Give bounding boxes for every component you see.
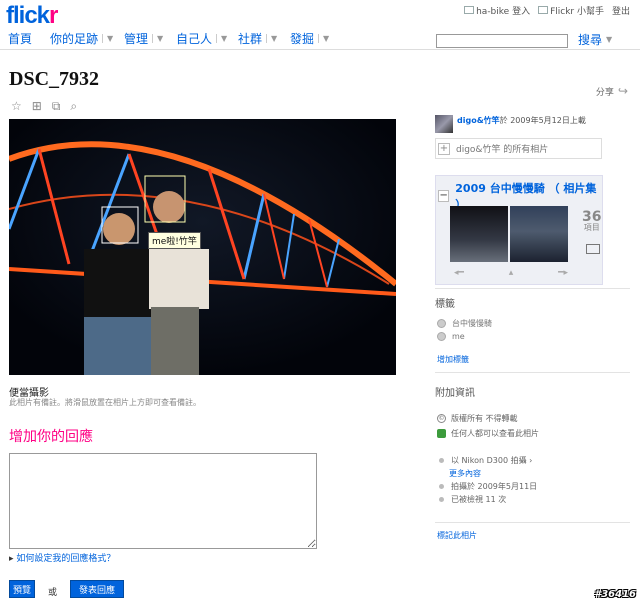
nav-contacts[interactable]: 自己人 ▼ <box>176 30 227 47</box>
divider <box>435 288 630 289</box>
owner-info: digo&竹竿於 2009年5月12日上載 <box>435 115 586 133</box>
views-row: 已被檢視 11 次 <box>437 494 506 505</box>
favorite-star-icon[interactable]: ☆ <box>11 99 22 114</box>
nav-you[interactable]: 你的足跡 ▼ <box>50 30 113 47</box>
nav-explore[interactable]: 發掘 ▼ <box>290 30 329 47</box>
set-thumbnail-prev[interactable] <box>450 206 508 262</box>
globe-icon <box>437 319 446 328</box>
help-icon <box>538 6 549 14</box>
camera-row[interactable]: 以 Nikon D300 拍攝 › <box>437 455 532 466</box>
photo-image <box>9 119 396 375</box>
plus-icon[interactable]: + <box>438 142 450 155</box>
share-arrow-icon: ↪ <box>617 84 628 98</box>
nav-home[interactable]: 首頁 <box>8 30 32 47</box>
comment-format-link[interactable]: ▸ 如何設定我的回應格式？ <box>9 551 115 564</box>
main-photo[interactable]: me啦!竹竿 <box>9 119 396 375</box>
zoom-icon[interactable]: ⌕ <box>70 99 77 114</box>
collapse-icon[interactable]: − <box>438 190 450 202</box>
globe-icon <box>437 332 446 341</box>
logout-link[interactable]: 登出 <box>612 4 630 17</box>
avatar[interactable] <box>435 115 453 133</box>
set-box: − 2009 台中慢慢騎 （ 相片集 ） 36 項目 ◂━ ▴ ━▸ <box>435 175 603 285</box>
prev-arrow-icon[interactable]: ◂━ <box>454 268 464 278</box>
search-input[interactable] <box>436 34 568 48</box>
chevron-down-icon[interactable]: ▼ <box>266 34 277 43</box>
info-title: 附加資訊 <box>435 388 475 399</box>
preview-button[interactable]: 預覽 <box>9 580 35 598</box>
bullet-icon <box>439 497 444 502</box>
photo-note[interactable]: me啦!竹竿 <box>148 232 201 249</box>
owner-link[interactable]: digo&竹竿 <box>457 116 500 125</box>
tag-item[interactable]: me <box>437 332 465 341</box>
user-links: ha-bike 登入 Flickr 小幫手 登出 <box>464 4 630 17</box>
comment-textarea[interactable] <box>9 453 317 549</box>
more-link[interactable]: 更多內容 <box>449 468 481 479</box>
public-icon <box>437 429 446 438</box>
up-arrow-icon[interactable]: ▴ <box>509 268 514 278</box>
bullet-icon <box>439 484 444 489</box>
add-comment-heading: 增加你的回應 <box>9 429 93 445</box>
post-comment-button[interactable]: 發表回應 <box>70 580 124 598</box>
chevron-down-icon[interactable]: ▼ <box>102 34 113 43</box>
set-thumbnail-next[interactable] <box>510 206 568 262</box>
next-arrow-icon[interactable]: ━▸ <box>558 268 568 278</box>
all-photos-link[interactable]: + digo&竹竿 的所有相片 <box>435 138 602 159</box>
set-navigation: ◂━ ▴ ━▸ <box>454 268 568 278</box>
help-link[interactable]: Flickr 小幫手 <box>538 4 604 17</box>
tags-title: 標籤 <box>435 299 455 310</box>
search-button[interactable]: 搜尋 ▼ <box>578 31 612 48</box>
chevron-down-icon[interactable]: ▼ <box>216 34 227 43</box>
slideshow-icon[interactable] <box>586 244 600 254</box>
bullet-icon <box>439 458 444 463</box>
nav-groups[interactable]: 社群 ▼ <box>238 30 277 47</box>
flag-photo-link[interactable]: 標記此相片 <box>437 530 477 541</box>
license-row: © 版權所有 不得轉載 <box>437 414 518 423</box>
all-photos-label: digo&竹竿 的所有相片 <box>456 145 549 155</box>
user-login-link[interactable]: ha-bike 登入 <box>464 4 530 17</box>
divider <box>435 522 630 523</box>
photo-title: DSC_7932 <box>9 68 100 90</box>
note-hint: 此相片有備註。將滑鼠放置在相片上方即可查看備註。 <box>9 398 201 407</box>
upload-date: 於 2009年5月12日上載 <box>499 116 586 125</box>
top-bar: flickr ha-bike 登入 Flickr 小幫手 登出 <box>0 0 640 30</box>
mail-icon <box>464 6 475 14</box>
photo-tools: ☆ ⊞ ⧉ ⌕ <box>11 99 77 114</box>
add-to-set-icon[interactable]: ⊞ <box>32 99 42 114</box>
send-to-group-icon[interactable]: ⧉ <box>52 99 61 114</box>
chevron-down-icon[interactable]: ▼ <box>606 35 612 44</box>
divider <box>435 372 630 373</box>
share-button[interactable]: 分享 ↪ <box>596 84 628 98</box>
chevron-down-icon[interactable]: ▼ <box>318 34 329 43</box>
copyright-icon: © <box>437 414 446 423</box>
flickr-logo[interactable]: flickr <box>6 2 58 30</box>
taken-row[interactable]: 拍攝於 2009年5月11日 <box>437 481 537 492</box>
nav-organize[interactable]: 管理 ▼ <box>124 30 163 47</box>
or-text: 或 <box>48 588 58 598</box>
add-tag-link[interactable]: 增加標籤 <box>437 354 469 365</box>
set-count: 36 項目 <box>582 209 602 232</box>
chevron-down-icon[interactable]: ▼ <box>152 34 163 43</box>
visibility-row: 任何人都可以查看此相片 <box>437 428 539 439</box>
tag-item[interactable]: 台中慢慢騎 <box>437 318 492 329</box>
watermark: #36416 <box>594 589 636 600</box>
